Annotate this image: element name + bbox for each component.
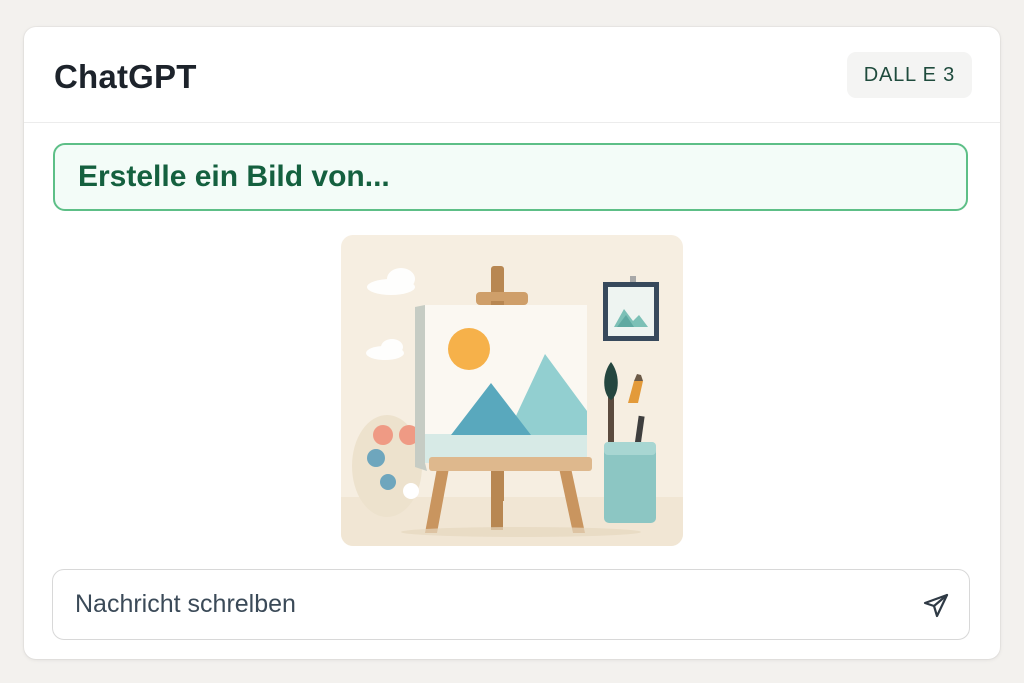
header: ChatGPT DALL E 3 (24, 27, 1000, 123)
palette-icon (352, 415, 422, 517)
chat-window: ChatGPT DALL E 3 Erstelle ein Bild von..… (24, 27, 1000, 659)
send-icon (923, 593, 949, 618)
framed-picture-icon (603, 276, 659, 341)
prompt-suggestion[interactable]: Erstelle ein Bild von... (53, 143, 968, 211)
model-badge[interactable]: DALL E 3 (846, 52, 972, 98)
easel-illustration (341, 235, 683, 546)
send-button[interactable] (921, 590, 951, 620)
message-composer (52, 569, 970, 640)
app-title: ChatGPT (54, 58, 197, 95)
message-input[interactable] (75, 570, 895, 639)
easel-icon (415, 266, 592, 533)
generated-image[interactable] (341, 235, 683, 546)
